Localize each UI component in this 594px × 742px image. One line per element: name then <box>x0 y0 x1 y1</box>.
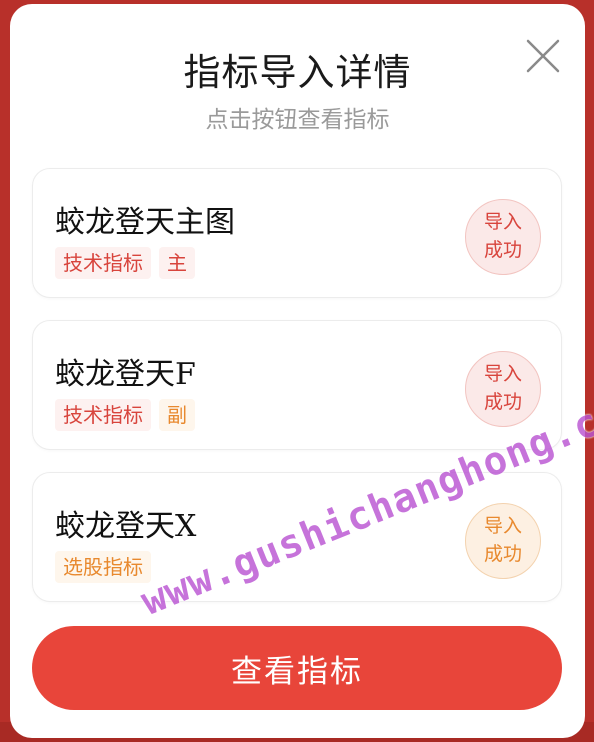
dialog-subtitle: 点击按钮查看指标 <box>205 107 390 133</box>
dialog-title: 指标导入详情 <box>183 51 412 94</box>
import-details-dialog: 指标导入详情 点击按钮查看指标 蛟龙登天主图 技术指标 主 导入 成功 蛟龙登天… <box>10 4 585 738</box>
indicator-tags: 技术指标 副 <box>55 399 195 431</box>
indicator-name: 蛟龙登天F <box>55 357 196 392</box>
stamp-line: 成功 <box>483 239 522 261</box>
indicator-card[interactable]: 蛟龙登天X 选股指标 导入 成功 <box>32 472 562 602</box>
indicator-card[interactable]: 蛟龙登天F 技术指标 副 导入 成功 <box>32 320 562 450</box>
stamp-line: 导入 <box>483 363 522 386</box>
stamp-line: 成功 <box>483 543 522 565</box>
import-success-stamp: 导入 成功 <box>465 503 541 579</box>
indicator-type-tag: 技术指标 <box>55 399 151 431</box>
indicator-type-tag: 选股指标 <box>55 551 151 583</box>
indicator-chart-tag: 主 <box>159 247 195 279</box>
stamp-line: 导入 <box>483 211 522 234</box>
indicator-name: 蛟龙登天X <box>55 509 197 544</box>
indicator-tags: 选股指标 <box>55 551 151 583</box>
stamp-line: 成功 <box>483 391 522 413</box>
indicator-card[interactable]: 蛟龙登天主图 技术指标 主 导入 成功 <box>32 168 562 298</box>
indicator-chart-tag: 副 <box>159 399 195 431</box>
import-success-stamp: 导入 成功 <box>465 199 541 275</box>
indicator-tags: 技术指标 主 <box>55 247 195 279</box>
stamp-line: 导入 <box>483 515 522 538</box>
indicator-list: 蛟龙登天主图 技术指标 主 导入 成功 蛟龙登天F 技术指标 副 导入 成功 蛟… <box>32 168 562 624</box>
import-success-stamp: 导入 成功 <box>465 351 541 427</box>
indicator-type-tag: 技术指标 <box>55 247 151 279</box>
view-indicators-button[interactable]: 查看指标 <box>32 626 562 710</box>
indicator-name: 蛟龙登天主图 <box>55 205 235 240</box>
close-icon[interactable] <box>523 36 563 76</box>
